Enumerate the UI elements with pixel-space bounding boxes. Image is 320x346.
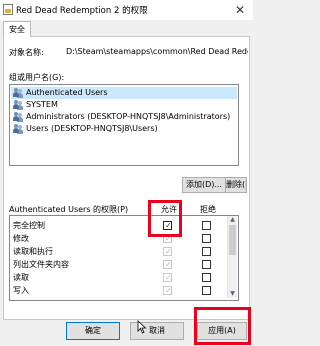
permission-name: 完全控制 — [13, 221, 45, 230]
deny-checkbox[interactable] — [202, 247, 211, 256]
window-title: Red Dead Redemption 2 的权限 — [16, 6, 148, 16]
deny-checkbox[interactable] — [202, 273, 211, 282]
users-icon — [13, 100, 23, 110]
deny-checkbox[interactable] — [202, 286, 211, 295]
permissions-label: Authenticated Users 的权限(P) — [9, 205, 129, 214]
highlight-box-allow — [148, 200, 182, 237]
list-item-label: SYSTEM — [26, 100, 58, 109]
permission-name: 修改 — [13, 234, 29, 243]
deny-checkbox[interactable] — [202, 234, 211, 243]
apply-button[interactable]: 应用(A) — [197, 322, 247, 340]
users-icon — [13, 112, 23, 122]
check-icon: ✓ — [165, 273, 172, 282]
scroll-up-icon[interactable]: ▲ — [228, 216, 237, 224]
tab-security[interactable]: 安全 — [3, 21, 31, 37]
permission-row-modify: 修改 ✓ — [10, 232, 220, 245]
list-item-label: Authenticated Users — [26, 88, 108, 97]
users-icon — [13, 88, 23, 98]
list-item-users[interactable]: Users (DESKTOP-HNQTSJ8\Users) — [13, 123, 158, 135]
permissions-list: 完全控制 ✓ 修改 ✓ 读取和执行 ✓ 列出文件夹内容 ✓ 读取 ✓ 写入 ✓ — [9, 215, 239, 301]
object-name-value: D:\Steam\steamapps\common\Red Dead Reder — [66, 47, 248, 56]
allow-checkbox[interactable]: ✓ — [163, 260, 172, 269]
close-icon[interactable]: ✕ — [232, 2, 248, 18]
check-icon: ✓ — [165, 247, 172, 256]
permission-name: 读取和执行 — [13, 247, 53, 256]
folder-lock-icon — [3, 4, 13, 15]
permission-name: 读取 — [13, 273, 29, 282]
permission-name: 列出文件夹内容 — [13, 260, 69, 269]
allow-checkbox[interactable]: ✓ — [163, 273, 172, 282]
list-item-label: Users (DESKTOP-HNQTSJ8\Users) — [26, 124, 158, 133]
ok-button[interactable]: 确定 — [66, 322, 120, 340]
deny-header: 拒绝 — [200, 205, 216, 214]
check-icon: ✓ — [165, 260, 172, 269]
list-item-administrators[interactable]: Administrators (DESKTOP-HNQTSJ8\Administ… — [13, 111, 230, 123]
scroll-thumb[interactable] — [229, 225, 236, 255]
list-item-label: Administrators (DESKTOP-HNQTSJ8\Administ… — [26, 112, 231, 121]
users-icon — [13, 124, 23, 134]
permission-row-list-folder: 列出文件夹内容 ✓ — [10, 258, 220, 271]
permission-row-read: 读取 ✓ — [10, 271, 220, 284]
scroll-down-icon[interactable]: ▼ — [228, 290, 237, 298]
mouse-cursor-icon — [137, 320, 147, 334]
check-icon: ✓ — [165, 286, 172, 295]
permissions-scrollbar[interactable]: ▲ ▼ — [227, 216, 237, 298]
permission-name: 写入 — [13, 286, 29, 295]
list-item-system[interactable]: SYSTEM — [13, 99, 58, 111]
add-button[interactable]: 添加(D)... — [182, 177, 226, 193]
permission-row-full-control: 完全控制 ✓ — [10, 219, 220, 232]
deny-checkbox[interactable] — [202, 260, 211, 269]
groups-label: 组或用户名(G): — [9, 73, 65, 82]
remove-button[interactable]: 删除(R) — [225, 177, 247, 193]
deny-checkbox[interactable] — [202, 221, 211, 230]
allow-checkbox[interactable]: ✓ — [163, 247, 172, 256]
allow-checkbox[interactable]: ✓ — [163, 286, 172, 295]
permission-row-read-execute: 读取和执行 ✓ — [10, 245, 220, 258]
list-item-authenticated-users[interactable]: Authenticated Users — [11, 87, 237, 99]
permission-row-write: 写入 ✓ — [10, 284, 220, 297]
object-name-label: 对象名称: — [9, 48, 44, 57]
group-user-list[interactable]: Authenticated Users SYSTEM Administrator… — [9, 84, 239, 166]
